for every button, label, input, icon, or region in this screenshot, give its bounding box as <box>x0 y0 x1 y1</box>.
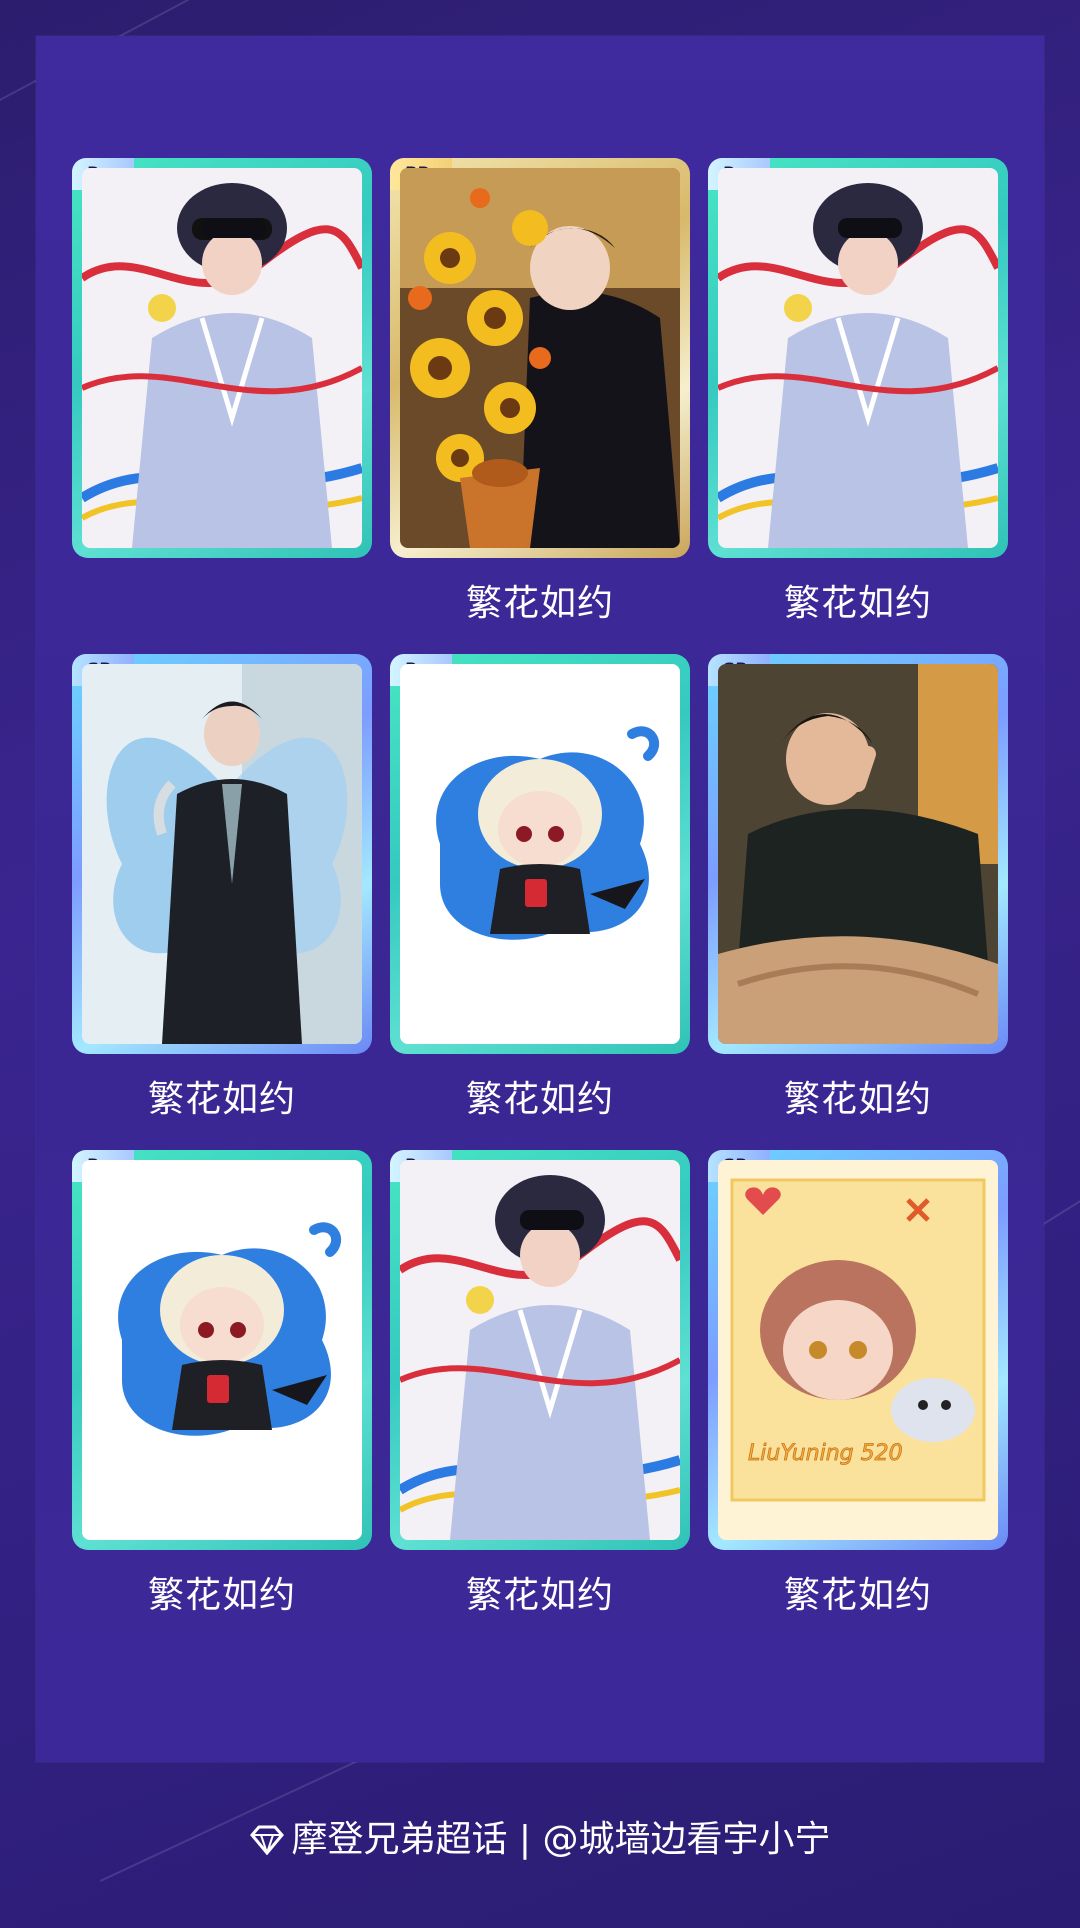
masked-idol-art <box>82 168 362 548</box>
masked-idol-art <box>400 1160 680 1540</box>
card-1[interactable]: R <box>72 158 372 558</box>
card-caption: 繁花如约 <box>783 1575 932 1616</box>
card-panel: R PR <box>36 36 1044 1762</box>
card-caption: 繁花如约 <box>465 583 614 624</box>
butterfly-wings-art <box>82 664 362 1044</box>
card-caption: 繁花如约 <box>465 1079 614 1120</box>
card-caption: 繁花如约 <box>783 1079 932 1120</box>
card-caption: 繁花如约 <box>147 1079 296 1120</box>
sunflower-bouquet-art <box>400 168 680 548</box>
card-5[interactable]: R <box>390 654 690 1054</box>
chibi-puppy-art: LiuYuning 520 <box>718 1160 998 1540</box>
card-3[interactable]: R <box>708 158 1008 558</box>
masked-idol-art <box>718 168 998 548</box>
card-2[interactable]: PR <box>390 158 690 558</box>
card-4[interactable]: SR <box>72 654 372 1054</box>
card-7[interactable]: R <box>72 1150 372 1550</box>
chibi-puppy-lettering: LiuYuning 520 <box>748 1441 903 1466</box>
card-8[interactable]: R <box>390 1150 690 1550</box>
black-sweater-art <box>718 664 998 1044</box>
card-9[interactable]: SR LiuYuning 520 <box>708 1150 1008 1550</box>
footer: 摩登兄弟超话 | @城墙边看宇小宁 <box>0 1810 1080 1864</box>
card-caption: 繁花如约 <box>465 1575 614 1616</box>
chibi-blond-art <box>82 1160 362 1540</box>
diamond-icon <box>249 1823 285 1864</box>
footer-text: 摩登兄弟超话 | @城墙边看宇小宁 <box>291 1819 831 1860</box>
card-caption: 繁花如约 <box>783 583 932 624</box>
chibi-blond-art <box>400 664 680 1044</box>
card-6[interactable]: SR <box>708 654 1008 1054</box>
card-caption: 繁花如约 <box>147 1575 296 1616</box>
